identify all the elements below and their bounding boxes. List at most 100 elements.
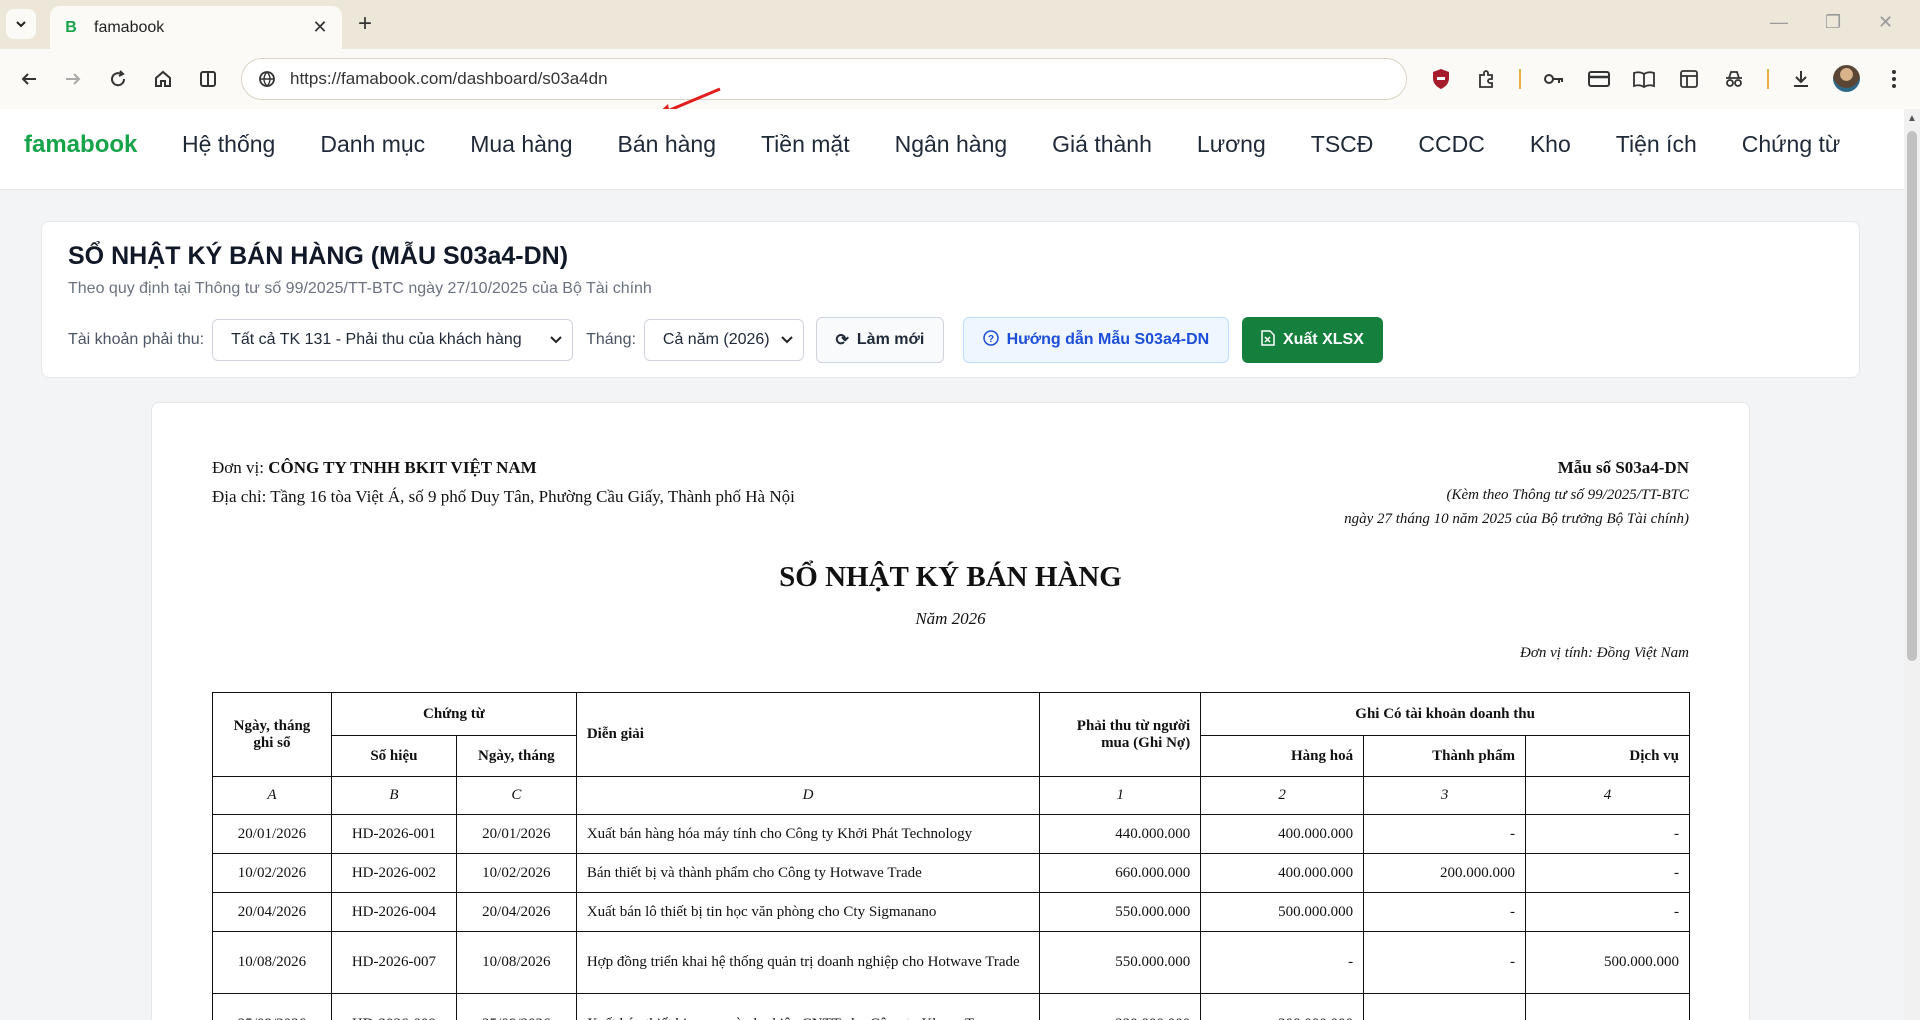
cell-description: Xuất bán hàng hóa máy tính cho Công ty K… — [575, 814, 1041, 854]
form-note-line2: ngày 27 tháng 10 năm 2025 của Bộ trưởng … — [1344, 511, 1689, 527]
cell-receivable: 550.000.000 — [1039, 892, 1202, 932]
cell-services: - — [1525, 892, 1690, 932]
reload-button[interactable] — [102, 63, 134, 95]
account-select[interactable]: Tất cả TK 131 - Phải thu của khách hàng — [212, 319, 574, 361]
month-select[interactable]: Cả năm (2026) — [643, 319, 804, 361]
col-header-voucher-no: Số hiệu — [330, 735, 457, 777]
chevron-down-icon — [16, 21, 26, 28]
cell-goods: 200.000.000 — [1200, 993, 1365, 1020]
svg-text:?: ? — [988, 334, 994, 345]
browser-tab[interactable]: B famabook ✕ — [50, 6, 342, 49]
download-icon[interactable] — [1785, 63, 1817, 95]
cell-products: - — [1363, 892, 1527, 932]
index-cell: 2 — [1200, 776, 1365, 815]
scrollbar-thumb[interactable] — [1907, 131, 1917, 661]
browser-toolbar: https://famabook.com/dashboard/s03a4dn — [0, 49, 1920, 117]
index-cell: 1 — [1039, 776, 1202, 815]
guide-label: Hướng dẫn Mẫu S03a4-DN — [1006, 331, 1210, 348]
account-select-value: Tất cả TK 131 - Phải thu của khách hàng — [231, 331, 522, 348]
cell-voucher-no: HD-2026-004 — [330, 892, 457, 932]
refresh-button[interactable]: ⟳ Làm mới — [815, 317, 944, 363]
index-cell: A — [212, 776, 332, 815]
index-cell: D — [575, 776, 1041, 815]
menu-item-mua-hang[interactable]: Mua hàng — [470, 131, 572, 158]
menu-item-tscd[interactable]: TSCĐ — [1311, 131, 1374, 158]
cell-services: 500.000.000 — [1525, 931, 1690, 994]
incognito-icon[interactable] — [1718, 63, 1750, 95]
form-note-line1: (Kèm theo Thông tư số 99/2025/TT-BTC — [1446, 487, 1689, 503]
cell-goods: - — [1200, 931, 1365, 994]
more-menu-icon[interactable] — [1878, 63, 1910, 95]
split-view-button[interactable] — [192, 63, 224, 95]
table-layout-icon[interactable] — [1673, 63, 1705, 95]
back-button[interactable] — [13, 63, 45, 95]
close-window-icon[interactable]: ✕ — [1878, 12, 1893, 33]
cell-date: 20/01/2026 — [212, 814, 332, 854]
month-select-value: Cả năm (2026) — [662, 331, 770, 348]
shield-extension-icon[interactable] — [1425, 63, 1457, 95]
new-tab-button[interactable]: + — [352, 10, 378, 37]
col-header-description: Diễn giải — [575, 692, 1041, 777]
extensions-puzzle-icon[interactable] — [1470, 63, 1502, 95]
cell-receivable: 220.000.000 — [1039, 993, 1202, 1020]
menu-item-ngan-hang[interactable]: Ngân hàng — [895, 131, 1008, 158]
col-header-revenue: Ghi Có tài khoản doanh thu — [1200, 692, 1690, 736]
cell-products: 200.000.000 — [1363, 853, 1527, 893]
home-button[interactable] — [147, 63, 179, 95]
cell-voucher-date: 20/04/2026 — [455, 892, 577, 932]
tab-search-button[interactable] — [6, 9, 36, 39]
menu-item-luong[interactable]: Lương — [1197, 131, 1266, 158]
month-filter-label: Tháng: — [586, 331, 636, 348]
payment-card-icon[interactable] — [1583, 63, 1615, 95]
menu-item-ccdc[interactable]: CCDC — [1418, 131, 1484, 158]
menu-item-chung-tu[interactable]: Chứng từ — [1742, 131, 1841, 158]
cell-services: - — [1525, 853, 1690, 893]
col-header-goods: Hàng hoá — [1200, 735, 1365, 777]
cell-voucher-no: HD-2026-002 — [330, 853, 457, 893]
unit-label: Đơn vị: — [212, 458, 264, 477]
app-logo[interactable]: famabook — [24, 131, 137, 159]
scroll-up-icon[interactable]: ▲ — [1907, 113, 1917, 124]
menu-item-danh-muc[interactable]: Danh mục — [320, 131, 425, 158]
cell-voucher-no: HD-2026-007 — [330, 931, 457, 994]
restore-icon[interactable]: ❐ — [1825, 12, 1841, 33]
minimize-icon[interactable]: — — [1770, 12, 1788, 33]
cell-services — [1525, 993, 1690, 1020]
address-bar[interactable]: https://famabook.com/dashboard/s03a4dn — [241, 58, 1407, 100]
cell-date: 20/04/2026 — [212, 892, 332, 932]
help-circle-icon: ? — [982, 329, 999, 351]
menu-item-gia-thanh[interactable]: Giá thành — [1052, 131, 1152, 158]
table-row: 20/04/2026 HD-2026-004 20/04/2026 Xuất b… — [212, 892, 1690, 932]
company-unit: Đơn vị: CÔNG TY TNHH BKIT VIỆT NAM — [212, 458, 537, 478]
arrow-right-icon — [66, 73, 81, 85]
export-label: Xuất XLSX — [1282, 331, 1364, 348]
cell-receivable: 660.000.000 — [1039, 853, 1202, 893]
table-row: 20/01/2026 HD-2026-001 20/01/2026 Xuất b… — [212, 814, 1690, 854]
arrow-left-icon — [21, 73, 36, 85]
page-title: SỔ NHẬT KÝ BÁN HÀNG (MẪU S03a4-DN) — [68, 242, 569, 270]
tab-close-icon[interactable]: ✕ — [310, 17, 330, 38]
menu-item-ban-hang[interactable]: Bán hàng — [618, 131, 716, 158]
export-xlsx-button[interactable]: Xuất XLSX — [1241, 317, 1383, 363]
index-cell: 4 — [1525, 776, 1690, 815]
menu-item-tien-mat[interactable]: Tiền mặt — [761, 131, 850, 158]
reload-icon — [111, 70, 126, 87]
forward-button[interactable] — [57, 63, 89, 95]
cell-description: Hợp đồng triển khai hệ thống quản trị do… — [575, 931, 1041, 994]
reading-mode-icon[interactable] — [1628, 63, 1660, 95]
form-code: Mẫu số S03a4-DN — [1557, 458, 1689, 477]
password-key-icon[interactable] — [1538, 63, 1570, 95]
url-text[interactable]: https://famabook.com/dashboard/s03a4dn — [290, 69, 608, 89]
toolbar-separator — [1767, 69, 1769, 89]
profile-avatar[interactable] — [1833, 65, 1860, 92]
site-info-icon[interactable] — [256, 68, 278, 90]
cell-receivable: 550.000.000 — [1039, 931, 1202, 994]
main-menu: Hệ thống Danh mục Mua hàng Bán hàng Tiền… — [182, 131, 1885, 158]
page-scrollbar[interactable]: ▲ — [1904, 109, 1920, 1020]
menu-item-kho[interactable]: Kho — [1530, 131, 1571, 158]
menu-item-he-thong[interactable]: Hệ thống — [182, 131, 275, 158]
col-header-voucher: Chứng từ — [330, 692, 577, 736]
cell-voucher-date: 10/02/2026 — [455, 853, 577, 893]
menu-item-tien-ich[interactable]: Tiện ích — [1616, 131, 1697, 158]
guide-button[interactable]: ? Hướng dẫn Mẫu S03a4-DN — [962, 317, 1229, 363]
